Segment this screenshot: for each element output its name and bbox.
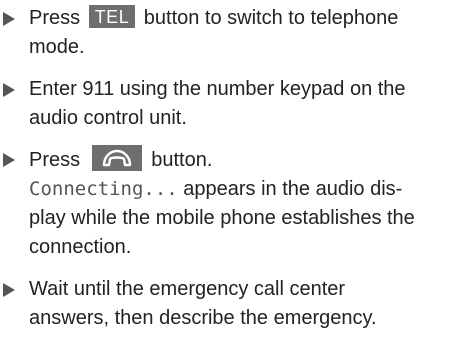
- step-2-line1: Enter 911 using the number keypad on the: [29, 78, 406, 100]
- note-line1: appears in the audio dis-: [177, 178, 403, 200]
- triangle-bullet-icon: [3, 83, 15, 97]
- step-3-text: Press button.: [29, 145, 459, 175]
- tel-button: TEL: [88, 5, 136, 28]
- step-3-press-word: Press: [29, 149, 86, 171]
- step-2-line2: audio control unit.: [29, 107, 187, 129]
- phone-handset-button: [91, 145, 142, 171]
- phone-handset-icon: [102, 149, 131, 167]
- step-3-after: button.: [145, 149, 213, 171]
- triangle-bullet-icon: [3, 153, 15, 167]
- display-status-text: Connecting...: [29, 178, 178, 200]
- step-2-text: Enter 911 using the number keypad on the…: [29, 75, 459, 133]
- step-1-after: button to switch to telephone: [138, 7, 399, 29]
- note-line3: connection.: [29, 236, 132, 258]
- step-4-text: Wait until the emergency call center ans…: [29, 275, 459, 333]
- triangle-bullet-icon: [3, 12, 15, 26]
- step-4-line2: answers, then describe the emergency.: [29, 307, 377, 329]
- step-1-text: Press TEL button to switch to telephone …: [29, 4, 459, 62]
- step-1-line2: mode.: [29, 36, 85, 58]
- note-line2: play while the mobile phone establishes …: [29, 207, 415, 229]
- instruction-page: Press TEL button to switch to telephone …: [0, 0, 466, 337]
- step-3-note-text: Connecting... appears in the audio dis- …: [29, 175, 459, 262]
- triangle-bullet-icon: [3, 283, 15, 297]
- step-4-line1: Wait until the emergency call center: [29, 278, 346, 300]
- step-1-press-word: Press: [29, 7, 86, 29]
